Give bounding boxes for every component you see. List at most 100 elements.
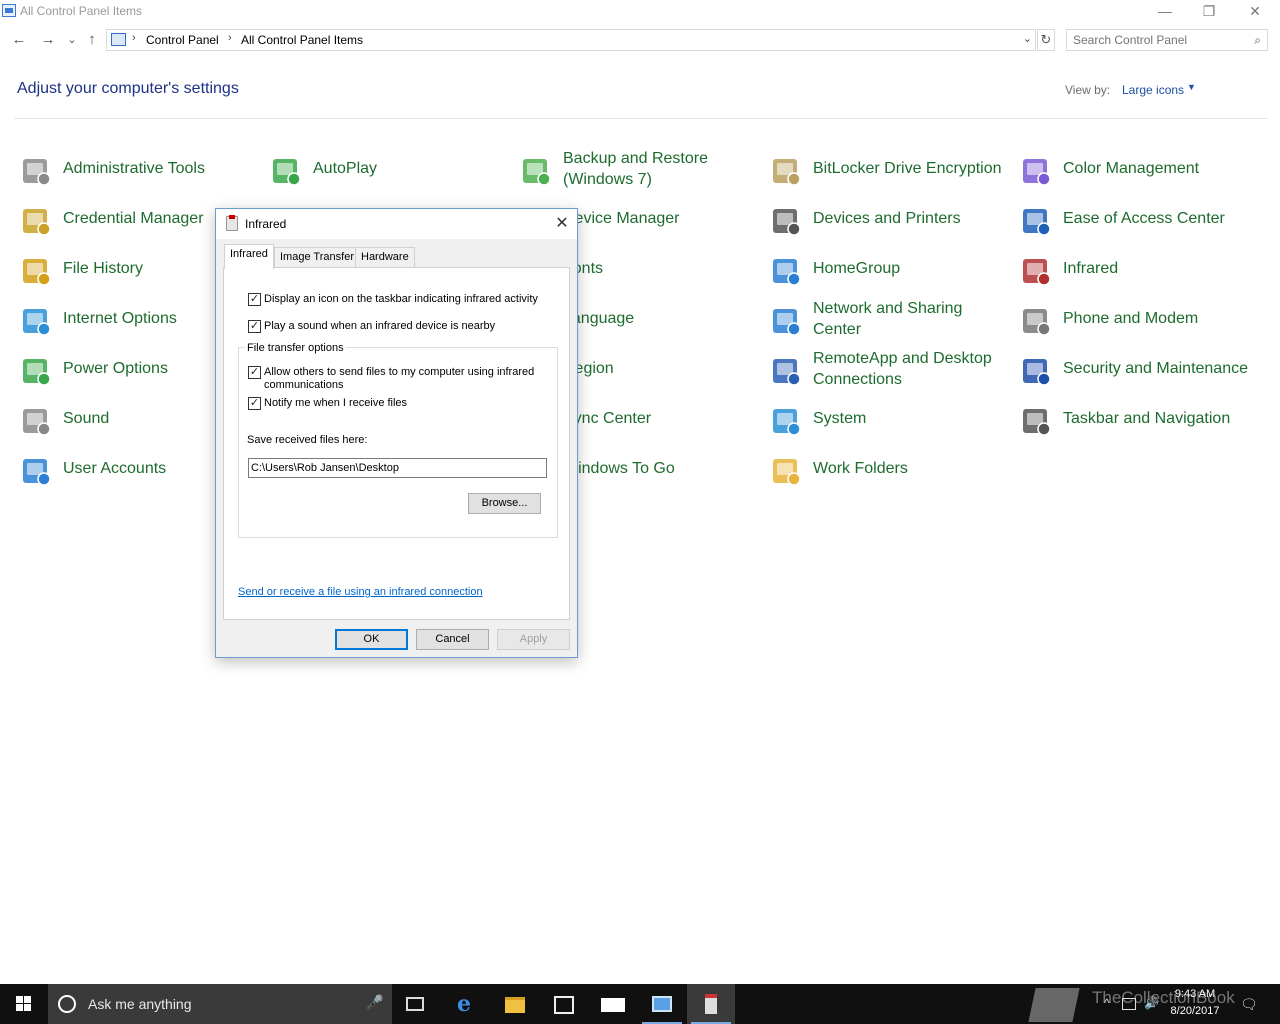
view-by-dropdown[interactable]: Large icons	[1122, 83, 1184, 97]
up-button[interactable]: ↑	[82, 30, 102, 50]
cp-item-label: Work Folders	[813, 460, 908, 477]
allow-others-label-line2: communications	[264, 379, 344, 391]
cp-item-bitlocker[interactable]: BitLocker Drive Encryption	[769, 148, 1009, 192]
cp-item-label: Infrared	[1063, 260, 1119, 277]
cp-item-label: Credential Manager	[63, 210, 204, 227]
cp-item-label: Windows To Go	[563, 460, 675, 477]
infrared-send-link[interactable]: Send or receive a file using an infrared…	[238, 586, 483, 598]
store-icon	[554, 996, 574, 1014]
refresh-button[interactable]: ↻	[1037, 29, 1055, 51]
tab-infrared[interactable]: Infrared	[224, 244, 274, 269]
breadcrumb-control-panel[interactable]: Control Panel	[146, 33, 219, 47]
cp-item-autoplay[interactable]: AutoPlay	[269, 148, 509, 192]
cp-item-label: Network and Sharing	[813, 300, 963, 317]
cp-item-work-folders[interactable]: Work Folders	[769, 448, 1009, 492]
search-input[interactable]	[1073, 32, 1243, 48]
taskbar-infrared[interactable]	[687, 984, 735, 1024]
cp-item-label-line2: (Windows 7)	[563, 171, 652, 188]
cp-item-label: Security and Maintenance	[1063, 360, 1248, 377]
window-titlebar: All Control Panel Items — ❐ ✕	[0, 0, 1280, 24]
close-button[interactable]: ✕	[1232, 0, 1278, 24]
play-sound-checkbox[interactable]: ✓	[248, 320, 261, 333]
cp-item-system[interactable]: System	[769, 398, 1009, 442]
infrared-icon	[1019, 254, 1053, 288]
taskbar-mail[interactable]	[589, 984, 637, 1024]
control-panel-icon	[111, 33, 126, 46]
forward-button[interactable]: →	[38, 30, 58, 50]
view-by-label: View by:	[1065, 83, 1111, 97]
user-accounts-icon	[19, 454, 53, 488]
cp-item-ease-of-access[interactable]: Ease of Access Center	[1019, 198, 1259, 242]
allow-others-checkbox[interactable]: ✓	[248, 366, 261, 379]
ok-button[interactable]: OK	[335, 629, 408, 650]
security-maintenance-icon	[1019, 354, 1053, 388]
cp-item-phone-modem[interactable]: Phone and Modem	[1019, 298, 1259, 342]
clock-date[interactable]: 8/20/2017	[1160, 1005, 1230, 1017]
search-icon[interactable]: ⌕	[1254, 33, 1261, 48]
taskbar-icon-checkbox[interactable]: ✓	[248, 293, 261, 306]
infrared-icon	[705, 994, 717, 1014]
tab-hardware[interactable]: Hardware	[355, 247, 415, 268]
cancel-button[interactable]: Cancel	[416, 629, 489, 650]
recent-locations-dropdown[interactable]: ⌄	[62, 30, 82, 50]
cp-item-homegroup[interactable]: HomeGroup	[769, 248, 1009, 292]
cp-item-infrared[interactable]: Infrared	[1019, 248, 1259, 292]
taskbar-store[interactable]	[540, 984, 588, 1024]
cp-item-network-sharing[interactable]: Network and Sharing Center	[769, 298, 1009, 342]
breadcrumb-separator[interactable]: ›	[228, 32, 232, 44]
admin-tools-icon	[19, 154, 53, 188]
taskbar-control-panel[interactable]	[638, 984, 686, 1024]
restore-button[interactable]: ❐	[1186, 0, 1232, 24]
start-button[interactable]	[0, 984, 48, 1024]
header-divider	[14, 118, 1268, 119]
cp-item-admin-tools[interactable]: Administrative Tools	[19, 148, 259, 192]
clock-time[interactable]: 9:43 AM	[1160, 988, 1230, 1000]
breadcrumb-separator[interactable]: ›	[132, 32, 136, 44]
task-view-button[interactable]	[392, 984, 440, 1024]
address-bar[interactable]: › Control Panel › All Control Panel Item…	[106, 29, 1036, 51]
autoplay-icon	[269, 154, 303, 188]
notify-checkbox[interactable]: ✓	[248, 397, 261, 410]
tab-panel: ✓ Display an icon on the taskbar indicat…	[223, 267, 570, 620]
apply-button[interactable]: Apply	[497, 629, 570, 650]
dialog-titlebar: Infrared ✕	[216, 209, 577, 239]
cp-item-backup-restore[interactable]: Backup and Restore (Windows 7)	[519, 148, 759, 192]
network-icon[interactable]	[1122, 998, 1136, 1010]
tab-image-transfer[interactable]: Image Transfer	[274, 247, 360, 268]
save-location-label: Save received files here:	[247, 434, 368, 446]
address-dropdown-icon[interactable]: ⌄	[1023, 32, 1032, 45]
file-transfer-legend: File transfer options	[245, 342, 346, 354]
back-button[interactable]: ←	[9, 30, 29, 50]
task-view-icon	[406, 997, 424, 1011]
cp-item-label: BitLocker Drive Encryption	[813, 160, 1002, 177]
tray-overflow-icon[interactable]: ^	[1104, 996, 1110, 1010]
cp-item-color-management[interactable]: Color Management	[1019, 148, 1259, 192]
cp-item-label: Phone and Modem	[1063, 310, 1199, 327]
dialog-close-button[interactable]: ✕	[553, 213, 571, 233]
network-sharing-icon	[769, 304, 803, 338]
allow-others-label: Allow others to send files to my compute…	[264, 366, 535, 378]
chevron-down-icon[interactable]: ▼	[1187, 82, 1196, 92]
save-location-field[interactable]	[248, 458, 547, 478]
cp-item-remoteapp[interactable]: RemoteApp and Desktop Connections	[769, 348, 1009, 392]
windows-logo-icon	[16, 996, 32, 1012]
minimize-button[interactable]: —	[1142, 0, 1188, 24]
browse-button[interactable]: Browse...	[468, 493, 541, 514]
search-box[interactable]: ⌕	[1066, 29, 1268, 51]
cp-item-security-maintenance[interactable]: Security and Maintenance	[1019, 348, 1259, 392]
taskbar-file-explorer[interactable]	[491, 984, 539, 1024]
cp-item-taskbar-navigation[interactable]: Taskbar and Navigation	[1019, 398, 1259, 442]
cp-item-devices-printers[interactable]: Devices and Printers	[769, 198, 1009, 242]
action-center-icon[interactable]: 🗨	[1240, 996, 1258, 1013]
sound-icon	[19, 404, 53, 438]
cortana-search-box[interactable]: Ask me anything 🎤	[48, 984, 392, 1024]
dialog-title: Infrared	[245, 217, 287, 231]
cp-item-label: Ease of Access Center	[1063, 210, 1225, 227]
taskbar-edge[interactable]: e	[443, 984, 491, 1024]
file-history-icon	[19, 254, 53, 288]
microphone-icon[interactable]: 🎤	[366, 994, 383, 1011]
volume-icon[interactable]: 🔊	[1144, 996, 1159, 1010]
breadcrumb-all-items[interactable]: All Control Panel Items	[241, 33, 363, 47]
cp-item-label: Internet Options	[63, 310, 177, 327]
cp-item-label: Device Manager	[563, 210, 680, 227]
